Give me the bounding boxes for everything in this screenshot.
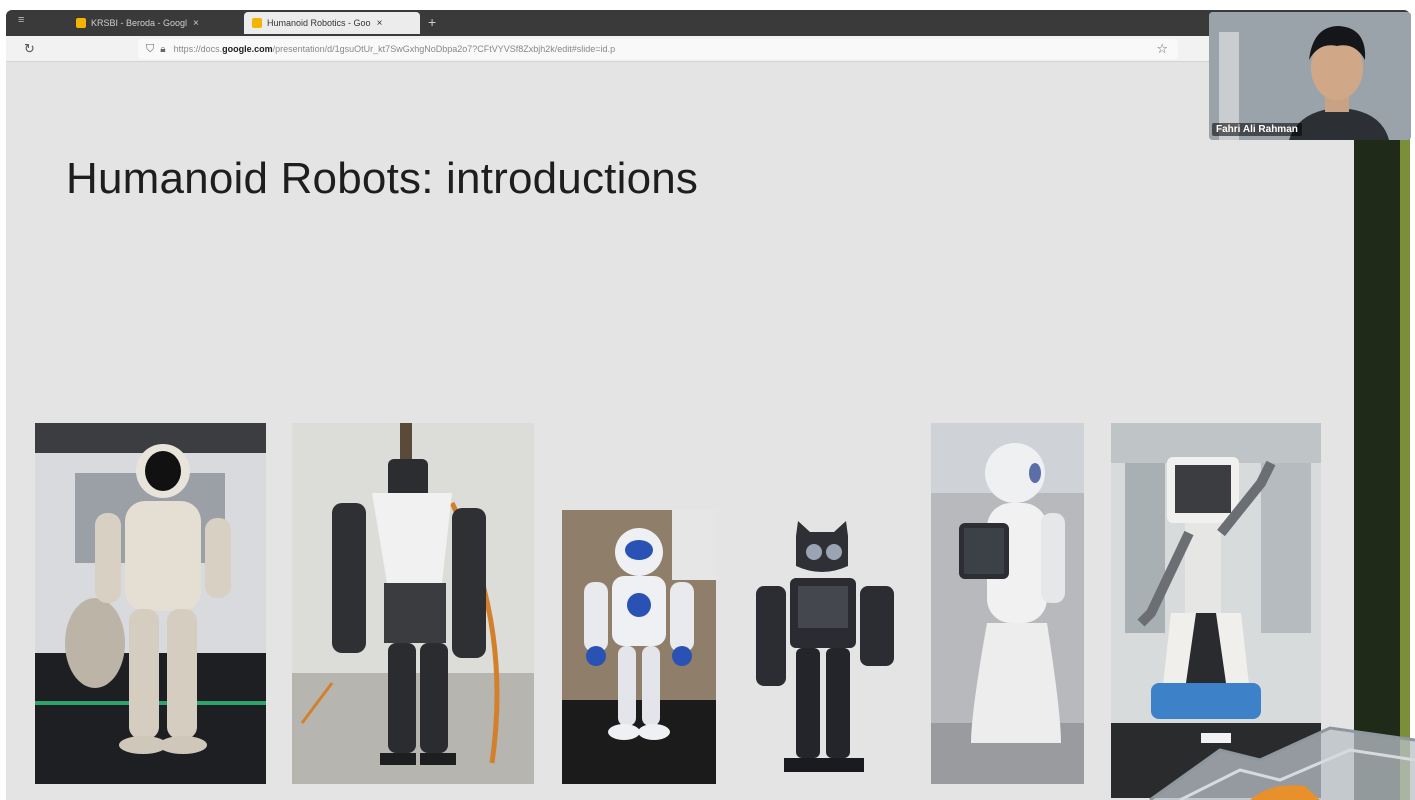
address-bar[interactable]: ⛉ 🔒︎ https://docs. google.com/presentatio… <box>138 39 1178 59</box>
url-prefix: https://docs. <box>173 44 223 54</box>
slide-side-panel <box>1354 62 1410 800</box>
tab-humanoid-robotics[interactable]: Humanoid Robotics - Goo × <box>244 12 420 34</box>
participant-name: Fahri Ali Rahman <box>1212 123 1302 136</box>
side-accent-stripe <box>1400 62 1410 800</box>
url-domain: google.com <box>222 44 273 54</box>
asimo-robot-photo <box>35 423 266 784</box>
navigation-bar: ↻ ⛉ 🔒︎ https://docs. google.com/presentat… <box>6 36 1410 62</box>
tab-bar: ≡ KRSBI - Beroda - Googl × Humanoid Robo… <box>6 10 1410 36</box>
browser-window: ≡ KRSBI - Beroda - Googl × Humanoid Robo… <box>6 10 1410 800</box>
close-tab-icon[interactable]: × <box>193 18 199 29</box>
atlas-robot-photo <box>292 423 534 784</box>
bookmark-star-icon[interactable]: ☆ <box>1156 41 1168 57</box>
shield-icon[interactable]: ⛉ <box>146 43 154 56</box>
new-tab-button[interactable]: + <box>428 12 436 32</box>
reload-icon[interactable]: ↻ <box>24 41 35 57</box>
slide-title: Humanoid Robots: introductions <box>66 154 699 203</box>
pepper-robot-photo <box>931 423 1084 784</box>
tab-label: Humanoid Robotics - Goo <box>267 18 371 28</box>
nao-robot-photo <box>562 510 716 784</box>
webcam-tile[interactable]: Fahri Ali Rahman <box>1209 12 1411 140</box>
presentation-slide: Humanoid Robots: introductions <box>6 62 1354 800</box>
slides-favicon-icon <box>252 18 262 28</box>
tab-label: KRSBI - Beroda - Googl <box>91 18 188 28</box>
menu-icon[interactable]: ≡ <box>18 14 24 26</box>
watermark-logo <box>1149 726 1415 800</box>
url-path: /presentation/d/1gsuOtUr_kt7SwGxhgNoDbpa… <box>272 44 616 54</box>
darwin-robot-photo <box>738 516 906 788</box>
tab-krsbi[interactable]: KRSBI - Beroda - Googl × <box>68 12 240 34</box>
participant-video <box>1209 12 1411 140</box>
close-tab-icon[interactable]: × <box>377 18 383 29</box>
lock-icon[interactable]: 🔒︎ <box>160 44 165 55</box>
slides-favicon-icon <box>76 18 86 28</box>
